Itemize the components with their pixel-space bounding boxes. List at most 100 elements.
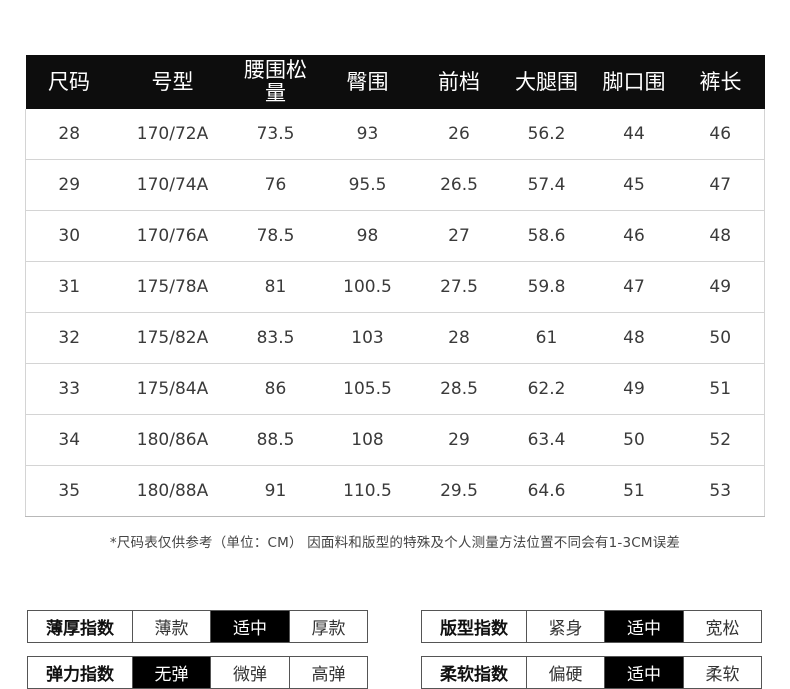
fit-option: 宽松 bbox=[683, 611, 761, 642]
table-cell: 49 bbox=[676, 261, 765, 313]
table-cell: 35 bbox=[25, 465, 113, 517]
table-cell: 56.2 bbox=[501, 109, 592, 160]
table-cell: 28 bbox=[416, 312, 502, 364]
size-chart-table: 尺码 号型 腰围松量 臀围 前档 大腿围 脚口围 裤长 28 170/72A 73.… bbox=[25, 55, 765, 517]
header-front-rise: 前档 bbox=[416, 55, 502, 109]
table-cell: 51 bbox=[676, 363, 765, 415]
softness-index: 柔软指数 偏硬 适中 柔软 bbox=[421, 656, 762, 689]
table-cell: 57.4 bbox=[501, 159, 592, 211]
table-row: 35 180/88A 91 110.5 29.5 64.6 51 53 bbox=[25, 465, 765, 517]
table-cell: 26 bbox=[416, 109, 502, 160]
table-cell: 59.8 bbox=[501, 261, 592, 313]
table-cell: 103 bbox=[318, 312, 417, 364]
table-cell: 28 bbox=[25, 109, 113, 160]
table-cell: 31 bbox=[25, 261, 113, 313]
table-cell: 180/86A bbox=[112, 414, 233, 466]
stretch-option: 微弹 bbox=[210, 657, 289, 688]
table-row: 31 175/78A 81 100.5 27.5 59.8 47 49 bbox=[25, 261, 765, 313]
thickness-option: 薄款 bbox=[132, 611, 210, 642]
table-cell: 61 bbox=[501, 312, 592, 364]
table-cell: 48 bbox=[591, 312, 677, 364]
table-cell: 52 bbox=[676, 414, 765, 466]
header-waist: 腰围松量 bbox=[232, 55, 319, 109]
table-cell: 47 bbox=[676, 159, 765, 211]
table-cell: 29.5 bbox=[416, 465, 502, 517]
header-hip: 臀围 bbox=[318, 55, 417, 109]
table-cell: 76 bbox=[232, 159, 319, 211]
table-cell: 62.2 bbox=[501, 363, 592, 415]
table-row: 28 170/72A 73.5 93 26 56.2 44 46 bbox=[25, 109, 765, 160]
table-cell: 29 bbox=[25, 159, 113, 211]
table-cell: 108 bbox=[318, 414, 417, 466]
fit-option: 紧身 bbox=[526, 611, 604, 642]
table-cell: 33 bbox=[25, 363, 113, 415]
table-cell: 81 bbox=[232, 261, 319, 313]
table-cell: 30 bbox=[25, 210, 113, 262]
table-cell: 50 bbox=[676, 312, 765, 364]
table-cell: 64.6 bbox=[501, 465, 592, 517]
thickness-option: 厚款 bbox=[289, 611, 367, 642]
table-cell: 175/78A bbox=[112, 261, 233, 313]
table-cell: 78.5 bbox=[232, 210, 319, 262]
table-cell: 44 bbox=[591, 109, 677, 160]
table-cell: 170/76A bbox=[112, 210, 233, 262]
table-cell: 98 bbox=[318, 210, 417, 262]
table-cell: 26.5 bbox=[416, 159, 502, 211]
table-cell: 29 bbox=[416, 414, 502, 466]
table-cell: 83.5 bbox=[232, 312, 319, 364]
table-row: 30 170/76A 78.5 98 27 58.6 46 48 bbox=[25, 210, 765, 262]
stretch-option: 高弹 bbox=[289, 657, 367, 688]
table-cell: 180/88A bbox=[112, 465, 233, 517]
table-row: 33 175/84A 86 105.5 28.5 62.2 49 51 bbox=[25, 363, 765, 415]
table-cell: 95.5 bbox=[318, 159, 417, 211]
softness-label: 柔软指数 bbox=[440, 665, 508, 685]
table-row: 29 170/74A 76 95.5 26.5 57.4 45 47 bbox=[25, 159, 765, 211]
table-cell: 73.5 bbox=[232, 109, 319, 160]
table-cell: 110.5 bbox=[318, 465, 417, 517]
size-note: *尺码表仅供参考（单位：CM） 因面料和版型的特殊及个人测量方法位置不同会有1-… bbox=[109, 535, 681, 551]
table-cell: 46 bbox=[591, 210, 677, 262]
header-thigh: 大腿围 bbox=[501, 55, 592, 109]
table-cell: 175/84A bbox=[112, 363, 233, 415]
table-cell: 175/82A bbox=[112, 312, 233, 364]
table-cell: 34 bbox=[25, 414, 113, 466]
table-cell: 53 bbox=[676, 465, 765, 517]
softness-option: 柔软 bbox=[683, 657, 761, 688]
stretch-option: 无弹 bbox=[132, 657, 210, 688]
fit-label: 版型指数 bbox=[440, 619, 508, 639]
table-cell: 28.5 bbox=[416, 363, 502, 415]
stretch-index: 弹力指数 无弹 微弹 高弹 bbox=[27, 656, 368, 689]
table-cell: 51 bbox=[591, 465, 677, 517]
table-cell: 105.5 bbox=[318, 363, 417, 415]
table-cell: 170/74A bbox=[112, 159, 233, 211]
softness-option: 偏硬 bbox=[526, 657, 604, 688]
table-cell: 91 bbox=[232, 465, 319, 517]
table-row: 34 180/86A 88.5 108 29 63.4 50 52 bbox=[25, 414, 765, 466]
header-model: 号型 bbox=[112, 55, 233, 109]
table-header-row: 尺码 号型 腰围松量 臀围 前档 大腿围 脚口围 裤长 bbox=[25, 55, 765, 109]
header-length: 裤长 bbox=[676, 55, 765, 109]
fit-option: 适中 bbox=[604, 611, 683, 642]
table-cell: 93 bbox=[318, 109, 417, 160]
table-cell: 45 bbox=[591, 159, 677, 211]
header-leg-opening: 脚口围 bbox=[591, 55, 677, 109]
table-cell: 48 bbox=[676, 210, 765, 262]
table-cell: 47 bbox=[591, 261, 677, 313]
thickness-label: 薄厚指数 bbox=[46, 619, 114, 639]
table-cell: 170/72A bbox=[112, 109, 233, 160]
softness-option: 适中 bbox=[604, 657, 683, 688]
header-size: 尺码 bbox=[25, 55, 113, 109]
table-cell: 86 bbox=[232, 363, 319, 415]
table-cell: 27.5 bbox=[416, 261, 502, 313]
table-cell: 32 bbox=[25, 312, 113, 364]
table-cell: 49 bbox=[591, 363, 677, 415]
table-cell: 58.6 bbox=[501, 210, 592, 262]
thickness-index: 薄厚指数 薄款 适中 厚款 bbox=[27, 610, 368, 643]
stretch-label: 弹力指数 bbox=[46, 665, 114, 685]
table-cell: 50 bbox=[591, 414, 677, 466]
table-cell: 46 bbox=[676, 109, 765, 160]
table-cell: 100.5 bbox=[318, 261, 417, 313]
table-cell: 27 bbox=[416, 210, 502, 262]
table-cell: 88.5 bbox=[232, 414, 319, 466]
header-waist-label: 腰围松量 bbox=[244, 58, 307, 105]
